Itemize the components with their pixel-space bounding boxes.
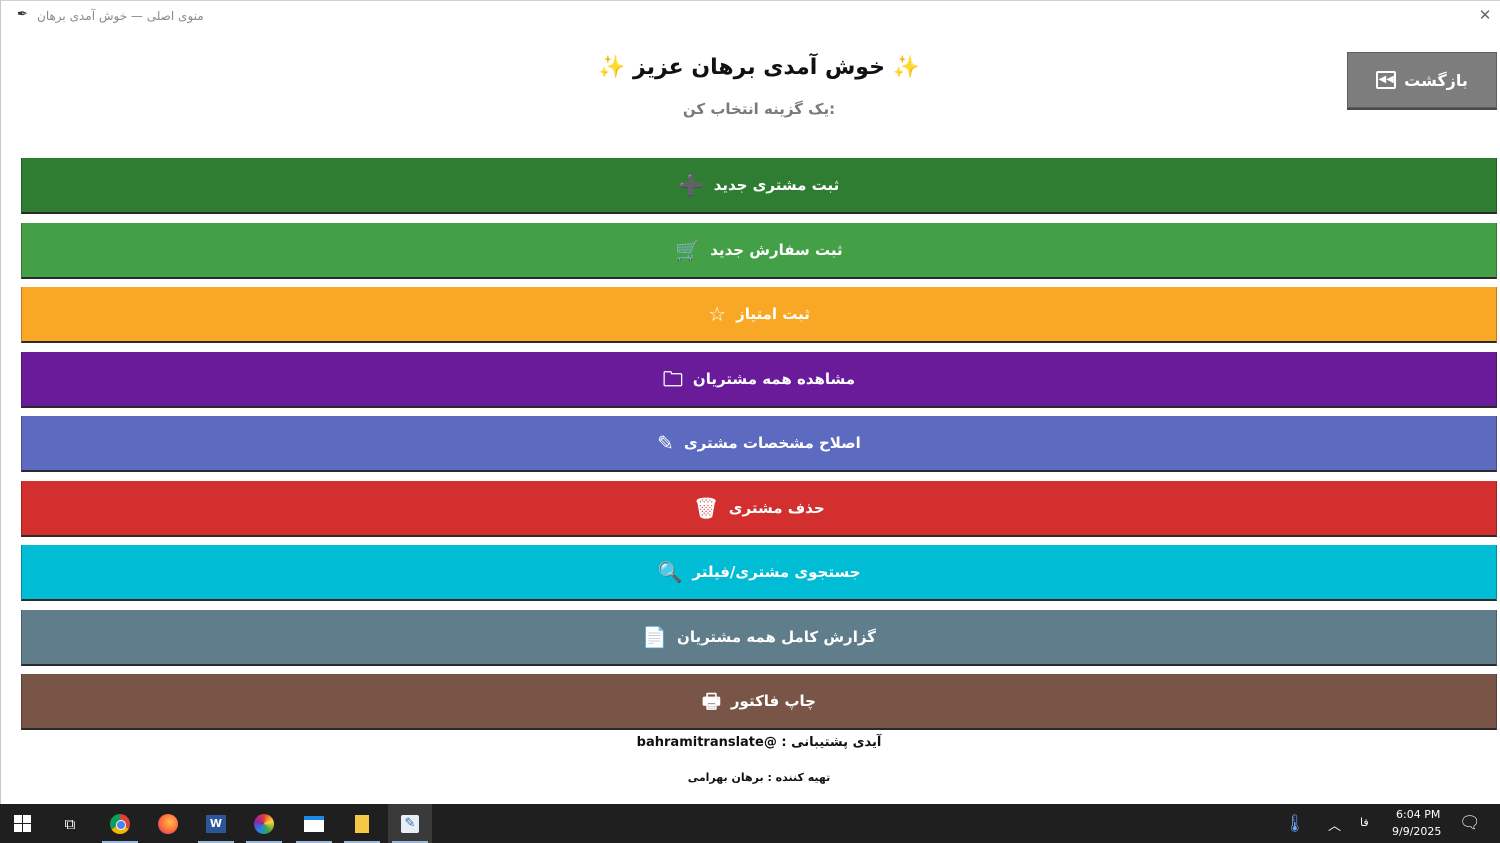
menu-item-label: چاپ فاکتور bbox=[730, 692, 816, 710]
clock-date[interactable]: 9/9/2025 bbox=[1392, 825, 1441, 838]
taskbar-window-app[interactable] bbox=[292, 804, 336, 843]
menu-item-label: حذف مشتری bbox=[728, 498, 825, 517]
back-button-label: بازگشت bbox=[1404, 70, 1468, 90]
menu-item-label: ثبت امتیاز bbox=[736, 305, 810, 323]
task-view-icon: ⧉ bbox=[64, 814, 76, 833]
page-subtitle: :یک گزینه انتخاب کن bbox=[682, 100, 836, 118]
color-wheel-icon bbox=[254, 813, 274, 834]
full-report-button[interactable]: گزارش کامل همه مشتریان 📄 bbox=[21, 609, 1497, 666]
notification-icon[interactable]: 🗨 bbox=[1459, 813, 1481, 833]
feather-app-icon: ✎ bbox=[401, 814, 419, 833]
page-title: ✨ خوش آمدی برهان عزیز ✨ bbox=[597, 55, 921, 80]
taskbar-word[interactable]: W bbox=[194, 804, 238, 843]
feather-icon: ✒ bbox=[17, 7, 28, 22]
windows-icon bbox=[13, 815, 31, 832]
trash-icon: 🗑 bbox=[693, 495, 719, 520]
pencil-icon: ✎ bbox=[657, 431, 674, 455]
edit-customer-button[interactable]: اصلاح مشخصات مشتری ✎ bbox=[21, 416, 1497, 472]
close-icon[interactable]: ✕ bbox=[1475, 5, 1495, 25]
print-invoice-button[interactable]: چاپ فاکتور 🖶 bbox=[21, 674, 1497, 730]
cart-icon: 🛒 bbox=[675, 237, 701, 262]
chrome-icon bbox=[110, 813, 130, 834]
folder-icon: 🗀 bbox=[662, 366, 683, 391]
report-icon: 📄 bbox=[642, 624, 668, 649]
register-customer-button[interactable]: ثبت مشتری جدید ➕ bbox=[21, 158, 1497, 214]
task-view-button[interactable]: ⧉ bbox=[48, 804, 92, 843]
taskbar-chrome[interactable] bbox=[98, 804, 142, 843]
menu-item-label: گزارش کامل همه مشتریان bbox=[677, 627, 876, 646]
plus-icon: ➕ bbox=[678, 173, 704, 197]
menu-item-label: اصلاح مشخصات مشتری bbox=[683, 434, 861, 452]
chevron-up-icon[interactable]: ︿ bbox=[1328, 815, 1341, 834]
support-id-text: آیدی پشتیبانی : @bahramitranslate bbox=[636, 735, 882, 750]
taskbar-explorer[interactable] bbox=[340, 804, 384, 843]
taskbar: ⧉ W ✎ 🌡 ︿ فا 6:04 PM 9/9/2025 🗨 bbox=[0, 804, 1500, 843]
back-button[interactable]: بازگشت ◀◀ bbox=[1347, 52, 1497, 108]
word-icon: W bbox=[206, 814, 226, 833]
window-app-icon bbox=[304, 815, 324, 832]
search-customer-button[interactable]: جستجوی مشتری/فیلتر 🔍 bbox=[21, 545, 1497, 601]
author-text: تهیه کننده : برهان بهرامی bbox=[687, 771, 831, 784]
start-button[interactable] bbox=[0, 804, 44, 843]
taskbar-python-app[interactable]: ✎ bbox=[388, 804, 432, 843]
menu-item-label: جستجوی مشتری/فیلتر bbox=[692, 563, 861, 581]
thermometer-icon[interactable]: 🌡 bbox=[1284, 814, 1306, 834]
view-all-customers-button[interactable]: مشاهده همه مشتریان 🗀 bbox=[21, 351, 1497, 408]
main-menu: ثبت مشتری جدید ➕ ثبت سفارش جدید 🛒 ثبت امتیاز… bbox=[21, 158, 1497, 739]
title-bar[interactable]: ✒ منوی اصلی — خوش آمدی برهان ✕ bbox=[1, 0, 1500, 30]
menu-item-label: ثبت مشتری جدید bbox=[713, 176, 840, 194]
register-points-button[interactable]: ثبت امتیاز ☆ bbox=[21, 287, 1497, 343]
menu-item-label: ثبت سفارش جدید bbox=[710, 240, 843, 259]
menu-item-label: مشاهده همه مشتریان bbox=[692, 369, 856, 388]
folder-icon bbox=[355, 814, 369, 833]
printer-icon: 🖶 bbox=[702, 689, 721, 713]
star-icon: ☆ bbox=[708, 302, 727, 326]
back-icon: ◀◀ bbox=[1376, 71, 1397, 89]
clock-time[interactable]: 6:04 PM bbox=[1396, 808, 1440, 821]
window-title: منوی اصلی — خوش آمدی برهان bbox=[37, 9, 204, 23]
search-icon: 🔍 bbox=[657, 560, 683, 584]
firefox-icon bbox=[158, 813, 178, 834]
language-indicator[interactable]: فا bbox=[1360, 816, 1369, 829]
register-order-button[interactable]: ثبت سفارش جدید 🛒 bbox=[21, 222, 1497, 279]
taskbar-firefox[interactable] bbox=[146, 804, 190, 843]
app-window: ✒ منوی اصلی — خوش آمدی برهان ✕ ✨ خوش آمد… bbox=[0, 0, 1500, 804]
header: ✨ خوش آمدی برهان عزیز ✨ :یک گزینه انتخاب… bbox=[1, 55, 1500, 118]
delete-customer-button[interactable]: حذف مشتری 🗑 bbox=[21, 480, 1497, 537]
taskbar-color-app[interactable] bbox=[242, 804, 286, 843]
